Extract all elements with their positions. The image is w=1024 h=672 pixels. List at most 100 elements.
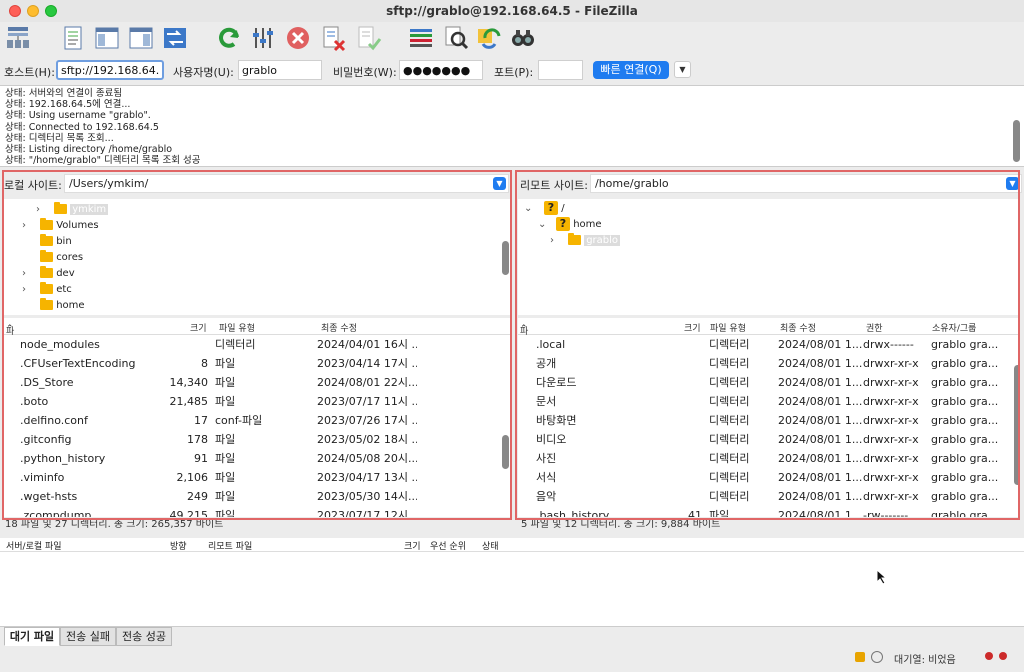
local-tree-icon[interactable] — [92, 23, 122, 53]
local-path-field[interactable]: /Users/ymkim/ ▼ — [64, 174, 509, 193]
file-permissions: drwxr-xr-x — [863, 433, 919, 446]
list-item[interactable]: 바탕화면 디렉터리 2024/08/01 1... drwxr-xr-x grablo … — [518, 411, 1018, 430]
tree-item-label: grablo — [584, 235, 621, 246]
transfer-queue-list[interactable] — [0, 552, 1024, 626]
file-name: .zcompdump — [20, 509, 92, 517]
file-permissions: -rw------- — [863, 509, 909, 517]
list-item[interactable]: 공개 디렉터리 2024/08/01 1... drwxr-xr-x grablo gr… — [518, 354, 1018, 373]
remote-list-scrollbar[interactable] — [1014, 365, 1018, 485]
username-field[interactable] — [238, 60, 322, 80]
local-summary: 18 파일 및 27 디렉터리. 총 크기: 265,357 바이트 — [5, 519, 224, 530]
remote-path-field[interactable]: /home/grablo ▼ — [590, 174, 1022, 193]
list-item[interactable]: .local 디렉터리 2024/08/01 1... drwx------ grabl… — [518, 335, 1018, 354]
column-modified[interactable]: 최종 수정 — [780, 321, 816, 334]
list-item[interactable]: .viminfo 2,106 파일 2023/04/17 13시 ... — [4, 468, 510, 487]
chevron-down-icon[interactable]: ▼ — [1006, 177, 1019, 190]
column-queue-size[interactable]: 크기 — [404, 539, 421, 552]
remote-file-list[interactable]: .local 디렉터리 2024/08/01 1... drwx------ grabl… — [518, 335, 1018, 517]
remote-tree-icon[interactable] — [126, 23, 156, 53]
file-modified: 2023/07/17 12시 — [317, 509, 409, 517]
tab-successful-transfers[interactable]: 전송 성공 — [116, 627, 172, 646]
column-type[interactable]: 파일 유형 — [710, 321, 746, 334]
file-size: 91 — [194, 452, 208, 465]
list-item[interactable]: 비디오 디렉터리 2024/08/01 1... drwxr-xr-x grablo g… — [518, 430, 1018, 449]
port-field[interactable] — [538, 60, 583, 80]
file-type: 파일 — [215, 490, 236, 503]
file-size: 21,485 — [169, 395, 209, 408]
column-permissions[interactable]: 권한 — [866, 321, 883, 334]
file-modified: 2024/08/01 1... — [778, 338, 862, 351]
list-item[interactable]: .DS_Store 14,340 파일 2024/08/01 22시... — [4, 373, 510, 392]
reconnect-icon[interactable] — [353, 23, 383, 53]
search-icon[interactable] — [508, 23, 538, 53]
list-item[interactable]: .gitconfig 178 파일 2023/05/02 18시 ... — [4, 430, 510, 449]
disconnect-icon[interactable] — [318, 23, 348, 53]
file-type: 파일 — [215, 509, 236, 517]
local-list-scrollbar[interactable] — [502, 435, 509, 469]
filter-icon[interactable] — [441, 23, 471, 53]
zoom-window-button[interactable] — [45, 5, 57, 17]
local-path-text: /Users/ymkim/ — [69, 177, 149, 190]
file-owner: grablo gra... — [931, 452, 999, 465]
tree-item-label: dev — [56, 268, 75, 279]
column-server-local[interactable]: 서버/로컬 파일 — [6, 539, 62, 552]
password-field[interactable] — [399, 60, 483, 80]
list-item[interactable]: 문서 디렉터리 2024/08/01 1... drwxr-xr-x grablo gr… — [518, 392, 1018, 411]
minimize-window-button[interactable] — [27, 5, 39, 17]
list-item[interactable]: 다운로드 디렉터리 2024/08/01 1... drwxr-xr-x grablo … — [518, 373, 1018, 392]
local-tree-scrollbar[interactable] — [502, 241, 509, 275]
column-status[interactable]: 상태 — [482, 539, 499, 552]
column-size[interactable]: 크기 — [190, 321, 207, 334]
tree-item-label: ymkim — [70, 204, 109, 215]
local-directory-tree[interactable]: › ymkim › Volumes bin cores › dev › etc … — [4, 199, 510, 315]
local-file-list[interactable]: node_modules 디렉터리 2024/04/01 16시 ... .CFUs… — [4, 335, 510, 517]
cancel-icon[interactable] — [283, 23, 313, 53]
site-manager-icon[interactable] — [3, 23, 33, 53]
list-item[interactable]: 사진 디렉터리 2024/08/01 1... drwxr-xr-x grablo gr… — [518, 449, 1018, 468]
quickconnect-history-dropdown[interactable]: ▼ — [674, 61, 691, 78]
list-item[interactable]: 음악 디렉터리 2024/08/01 1... drwxr-xr-x grablo gr… — [518, 487, 1018, 506]
local-site-label: 로컬 사이트: — [4, 179, 62, 192]
column-remote-file[interactable]: 리모트 파일 — [208, 539, 252, 552]
list-item[interactable]: 서식 디렉터리 2024/08/01 1... drwxr-xr-x grablo gr… — [518, 468, 1018, 487]
remote-site-label: 리모트 사이트: — [520, 179, 588, 192]
log-scrollbar[interactable] — [1013, 120, 1020, 162]
file-name: 비디오 — [536, 433, 567, 446]
message-log[interactable]: 상태: 서버와의 연결이 종료됨 상태: 192.168.64.5에 연결...… — [0, 85, 1024, 167]
column-direction[interactable]: 방향 — [170, 539, 187, 552]
mouse-cursor-icon — [876, 569, 888, 585]
list-item[interactable]: .delfino.conf 17 conf-파일 2023/07/26 17시 ... — [4, 411, 510, 430]
message-log-icon[interactable] — [58, 23, 88, 53]
column-modified[interactable]: 최종 수정 — [321, 321, 357, 334]
directory-listing-icon[interactable] — [406, 23, 436, 53]
file-owner: grablo gra... — [931, 433, 999, 446]
remote-directory-tree[interactable]: ⌄? / ⌄? home › grablo — [518, 199, 1018, 315]
compare-icon[interactable] — [474, 23, 504, 53]
speed-limit-icon[interactable] — [871, 651, 883, 663]
list-item[interactable]: .zcompdump 49,215 파일 2023/07/17 12시 — [4, 506, 510, 517]
column-type[interactable]: 파일 유형 — [219, 321, 255, 334]
tree-item-label: bin — [56, 236, 72, 247]
list-item[interactable]: .bash_history 41 파일 2024/08/01 1... -rw-----… — [518, 506, 1018, 517]
process-queue-icon[interactable] — [248, 23, 278, 53]
list-item[interactable]: .boto 21,485 파일 2023/07/17 11시 ... — [4, 392, 510, 411]
file-modified: 2024/05/08 20시... — [317, 452, 417, 465]
list-item[interactable]: .wget-hsts 249 파일 2023/05/30 14시... — [4, 487, 510, 506]
tab-queued-files[interactable]: 대기 파일 — [4, 627, 60, 646]
chevron-down-icon[interactable]: ▼ — [493, 177, 506, 190]
close-window-button[interactable] — [9, 5, 21, 17]
column-size[interactable]: 크기 — [684, 321, 701, 334]
folder-icon — [54, 202, 67, 214]
column-priority[interactable]: 우선 순위 — [430, 539, 466, 552]
tab-failed-transfers[interactable]: 전송 실패 — [60, 627, 116, 646]
column-owner[interactable]: 소유자/그룹 — [932, 321, 976, 334]
list-item[interactable]: .python_history 91 파일 2024/05/08 20시... — [4, 449, 510, 468]
quickconnect-button[interactable]: 빠른 연결(Q) — [593, 61, 669, 79]
lock-icon — [855, 652, 865, 662]
transfer-queue-icon[interactable] — [160, 23, 190, 53]
file-size: 49,215 — [169, 509, 209, 517]
list-item[interactable]: .CFUserTextEncoding 8 파일 2023/04/14 17시 ... — [4, 354, 510, 373]
list-item[interactable]: node_modules 디렉터리 2024/04/01 16시 ... — [4, 335, 510, 354]
host-field[interactable] — [56, 60, 164, 80]
refresh-icon[interactable] — [214, 23, 244, 53]
